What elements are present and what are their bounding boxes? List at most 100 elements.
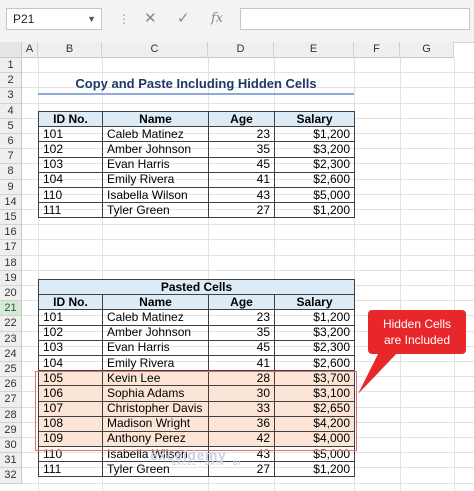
cell-id[interactable]: 102 xyxy=(38,141,103,158)
table-row: 102 Amber Johnson 35 $3,200 xyxy=(38,324,355,341)
header-id[interactable]: ID No. xyxy=(38,294,103,311)
col-header-a[interactable]: A xyxy=(22,42,38,58)
col-header-d[interactable]: D xyxy=(208,42,274,58)
cell-id[interactable]: 111 xyxy=(38,461,103,478)
cell-name[interactable]: Emily Rivera xyxy=(102,354,209,372)
row-header[interactable]: 24 xyxy=(0,346,22,362)
header-name[interactable]: Name xyxy=(102,110,209,128)
cell-salary[interactable]: $2,600 xyxy=(274,171,355,188)
row-header[interactable]: 8 xyxy=(0,164,22,180)
col-header-f[interactable]: F xyxy=(354,42,400,58)
row-header[interactable]: 27 xyxy=(0,392,22,408)
row-header[interactable]: 2 xyxy=(0,73,22,89)
cell-name[interactable]: Caleb Matinez xyxy=(102,126,209,143)
row-header[interactable]: 3 xyxy=(0,88,22,104)
table-row: 102 Amber Johnson 35 $3,200 xyxy=(38,141,355,158)
cell-id[interactable]: 103 xyxy=(38,156,103,173)
cell-age[interactable]: 35 xyxy=(208,324,275,341)
cell-name[interactable]: Amber Johnson xyxy=(102,324,209,341)
row-header[interactable]: 6 xyxy=(0,134,22,150)
row-header[interactable]: 25 xyxy=(0,362,22,378)
header-age[interactable]: Age xyxy=(208,294,275,311)
header-salary[interactable]: Salary xyxy=(274,110,355,128)
header-id[interactable]: ID No. xyxy=(38,110,103,128)
cell-age[interactable]: 27 xyxy=(208,202,275,219)
header-name[interactable]: Name xyxy=(102,294,209,311)
cell-name[interactable]: Evan Harris xyxy=(102,156,209,173)
gridline xyxy=(454,58,455,491)
cell-name[interactable]: Tyler Green xyxy=(102,202,209,219)
cell-age[interactable]: 23 xyxy=(208,309,275,326)
cell-id[interactable]: 101 xyxy=(38,309,103,326)
cell-id[interactable]: 110 xyxy=(38,186,103,204)
row-header[interactable]: 30 xyxy=(0,438,22,454)
cell-salary[interactable]: $2,300 xyxy=(274,156,355,173)
col-header-g[interactable]: G xyxy=(400,42,454,58)
cell-age[interactable]: 41 xyxy=(208,171,275,188)
formula-input[interactable] xyxy=(240,8,470,30)
row-header[interactable]: 31 xyxy=(0,453,22,469)
hidden-cells-callout: Hidden Cells are Included xyxy=(368,310,466,354)
row-header[interactable]: 7 xyxy=(0,149,22,165)
cell-salary[interactable]: $1,200 xyxy=(274,126,355,143)
row-header[interactable]: 22 xyxy=(0,316,22,332)
row-header[interactable]: 14 xyxy=(0,194,22,210)
callout-pointer xyxy=(358,350,400,394)
cell-name[interactable]: Amber Johnson xyxy=(102,141,209,158)
header-salary[interactable]: Salary xyxy=(274,294,355,311)
cell-salary[interactable]: $1,200 xyxy=(274,461,355,478)
cell-id[interactable]: 101 xyxy=(38,126,103,143)
row-header[interactable]: 29 xyxy=(0,422,22,438)
row-header[interactable]: 21 xyxy=(0,301,22,317)
cell-age[interactable]: 45 xyxy=(208,156,275,173)
cell-salary[interactable]: $3,200 xyxy=(274,324,355,341)
cell-age[interactable]: 43 xyxy=(208,186,275,204)
row-header[interactable]: 32 xyxy=(0,468,22,484)
cell-name[interactable]: Emily Rivera xyxy=(102,171,209,188)
pasted-cells-caption[interactable]: Pasted Cells xyxy=(38,278,355,296)
cell-id[interactable]: 102 xyxy=(38,324,103,341)
cell-id[interactable]: 111 xyxy=(38,202,103,219)
row-header[interactable]: 18 xyxy=(0,255,22,271)
cell-age[interactable]: 41 xyxy=(208,354,275,372)
cell-salary[interactable]: $5,000 xyxy=(274,186,355,204)
enter-icon[interactable]: ✓ xyxy=(177,9,190,29)
fx-icon[interactable]: fx xyxy=(211,9,223,29)
row-header[interactable]: 1 xyxy=(0,58,22,74)
select-all-corner[interactable] xyxy=(0,42,22,58)
cell-name[interactable]: Caleb Matinez xyxy=(102,309,209,326)
row-header[interactable]: 28 xyxy=(0,407,22,423)
cell-salary[interactable]: $2,300 xyxy=(274,339,355,356)
cell-id[interactable]: 104 xyxy=(38,171,103,188)
cell-salary[interactable]: $1,200 xyxy=(274,202,355,219)
cell-name[interactable]: Evan Harris xyxy=(102,339,209,356)
row-header[interactable]: 9 xyxy=(0,179,22,195)
col-header-b[interactable]: B xyxy=(38,42,102,58)
cell-age[interactable]: 35 xyxy=(208,141,275,158)
row-header[interactable]: 23 xyxy=(0,331,22,347)
row-header[interactable]: 16 xyxy=(0,225,22,241)
row-header[interactable]: 5 xyxy=(0,118,22,134)
cell-id[interactable]: 103 xyxy=(38,339,103,356)
row-header[interactable]: 15 xyxy=(0,210,22,226)
row-header[interactable]: 26 xyxy=(0,377,22,393)
header-age[interactable]: Age xyxy=(208,110,275,128)
cell-name[interactable]: Isabella Wilson xyxy=(102,186,209,204)
cell-id[interactable]: 104 xyxy=(38,354,103,372)
table-row: 110 Isabella Wilson 43 $5,000 xyxy=(38,186,355,204)
cancel-icon[interactable]: ✕ xyxy=(144,9,157,29)
cell-salary[interactable]: $2,600 xyxy=(274,354,355,372)
cell-salary[interactable]: $3,200 xyxy=(274,141,355,158)
chevron-down-icon[interactable]: ▼ xyxy=(87,9,96,29)
cell-age[interactable]: 45 xyxy=(208,339,275,356)
row-header[interactable]: 17 xyxy=(0,240,22,256)
col-header-c[interactable]: C xyxy=(102,42,208,58)
col-header-e[interactable]: E xyxy=(274,42,354,58)
name-box[interactable]: P21 ▼ xyxy=(6,8,102,30)
cell-salary[interactable]: $1,200 xyxy=(274,309,355,326)
cell-age[interactable]: 23 xyxy=(208,126,275,143)
name-box-value: P21 xyxy=(13,12,35,26)
row-header[interactable]: 20 xyxy=(0,286,22,302)
row-header[interactable]: 4 xyxy=(0,103,22,119)
row-header[interactable]: 19 xyxy=(0,270,22,286)
